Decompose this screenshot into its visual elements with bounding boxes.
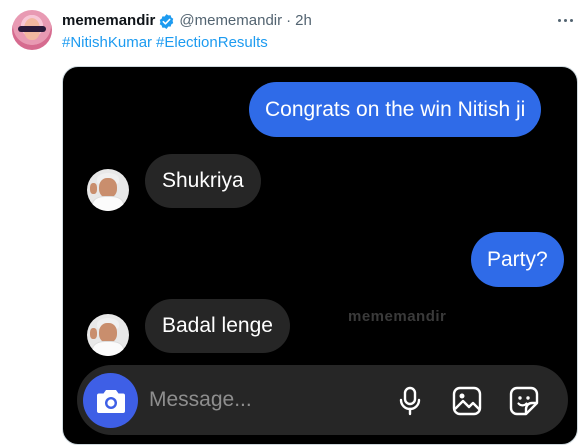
handle[interactable]: @mememandir [179, 11, 282, 31]
hashtag-link[interactable]: #NitishKumar [62, 33, 152, 53]
gallery-icon [452, 386, 482, 416]
message-text: Party? [487, 247, 548, 271]
message-text: Badal lenge [162, 314, 273, 337]
chat-avatar [87, 314, 129, 356]
message-text: Congrats on the win Nitish ji [265, 97, 526, 121]
gallery-button[interactable] [451, 385, 483, 417]
separator: · [286, 12, 292, 29]
media-image[interactable]: Congrats on the win Nitish ji Shukriya P… [62, 66, 578, 445]
chat-avatar [87, 169, 129, 211]
camera-icon [96, 389, 125, 413]
verified-badge-icon [160, 13, 174, 29]
timestamp[interactable]: 2h [295, 11, 312, 31]
outgoing-message: Congrats on the win Nitish ji [249, 82, 542, 137]
sticker-button[interactable] [508, 385, 540, 417]
incoming-message: Badal lenge [145, 299, 290, 353]
message-text: Shukriya [162, 169, 244, 192]
hashtags: #NitishKumar #ElectionResults [62, 33, 268, 53]
sticker-icon [509, 386, 539, 416]
outgoing-message: Party? [471, 232, 564, 287]
message-input[interactable]: Message... [149, 387, 252, 413]
camera-button[interactable] [83, 373, 138, 428]
more-icon[interactable] [554, 12, 576, 28]
avatar-blindfold [18, 26, 46, 32]
watermark: mememandir [348, 308, 447, 325]
microphone-button[interactable] [394, 385, 426, 417]
hashtag-link[interactable]: #ElectionResults [156, 33, 268, 53]
display-name[interactable]: mememandir [62, 11, 155, 31]
tweet-header: mememandir @mememandir · 2h [62, 11, 312, 31]
message-composer: Message... [77, 365, 568, 435]
incoming-message: Shukriya [145, 154, 261, 208]
tweet-author-avatar[interactable] [12, 10, 52, 50]
microphone-icon [399, 386, 421, 416]
